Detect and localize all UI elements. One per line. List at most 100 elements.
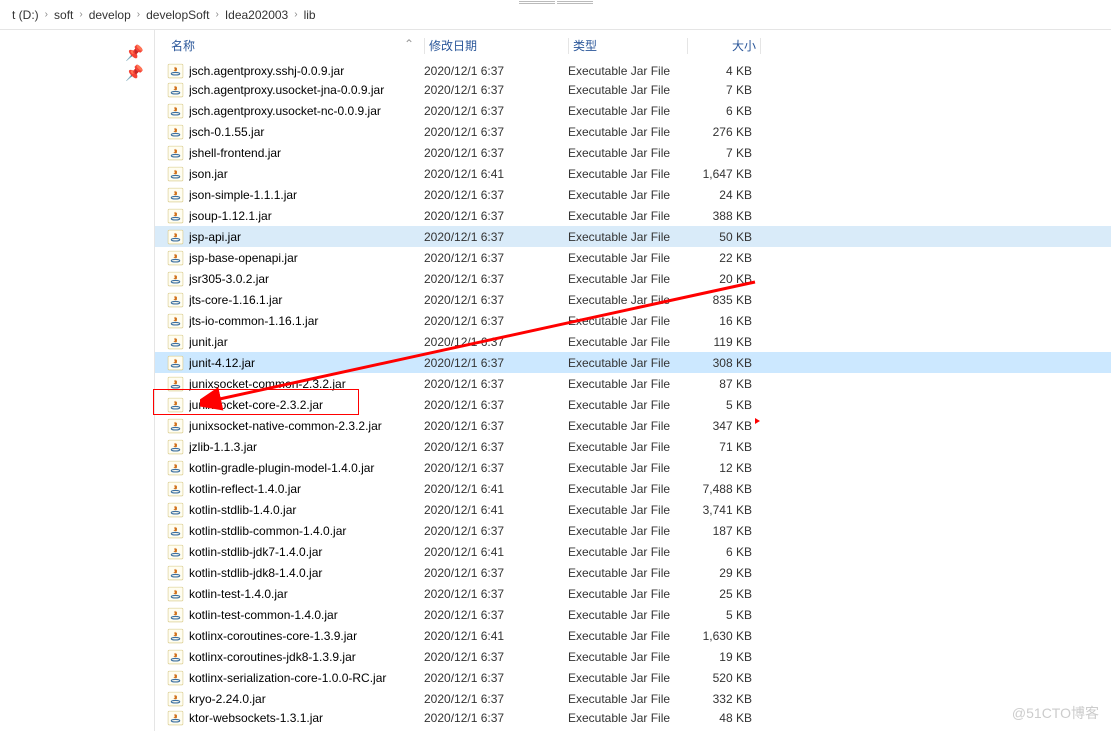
column-headers[interactable]: 名称 ⌃ 修改日期 类型 大小: [155, 30, 1111, 62]
file-type: Executable Jar File: [568, 482, 688, 496]
table-row[interactable]: kotlin-stdlib-jdk7-1.4.0.jar2020/12/1 6:…: [155, 541, 1111, 562]
table-row[interactable]: junixsocket-native-common-2.3.2.jar2020/…: [155, 415, 1111, 436]
file-date: 2020/12/1 6:37: [424, 419, 568, 433]
file-type: Executable Jar File: [568, 566, 688, 580]
file-type: Executable Jar File: [568, 419, 688, 433]
table-row[interactable]: kotlin-stdlib-common-1.4.0.jar2020/12/1 …: [155, 520, 1111, 541]
table-row[interactable]: jsch.agentproxy.sshj-0.0.9.jar2020/12/1 …: [155, 62, 1111, 79]
header-date[interactable]: 修改日期: [425, 37, 568, 54]
file-name: kotlin-test-common-1.4.0.jar: [189, 608, 424, 622]
jar-file-icon: [167, 501, 184, 518]
table-row[interactable]: kotlin-test-1.4.0.jar2020/12/1 6:37Execu…: [155, 583, 1111, 604]
file-size: 20 KB: [688, 272, 758, 286]
table-row[interactable]: kotlinx-serialization-core-1.0.0-RC.jar2…: [155, 667, 1111, 688]
header-name[interactable]: 名称 ⌃: [167, 37, 424, 54]
table-row[interactable]: jsoup-1.12.1.jar2020/12/1 6:37Executable…: [155, 205, 1111, 226]
header-size[interactable]: 大小: [688, 37, 760, 54]
file-size: 1,630 KB: [688, 629, 758, 643]
header-type[interactable]: 类型: [569, 37, 687, 54]
main-area: 📌 📌 名称 ⌃ 修改日期 类型 大小 jsch.agentproxy.sshj…: [0, 30, 1111, 731]
file-date: 2020/12/1 6:37: [424, 314, 568, 328]
table-row[interactable]: json.jar2020/12/1 6:41Executable Jar Fil…: [155, 163, 1111, 184]
chevron-right-icon: ›: [215, 9, 218, 20]
file-name: junixsocket-common-2.3.2.jar: [189, 377, 424, 391]
table-row[interactable]: jts-core-1.16.1.jar2020/12/1 6:37Executa…: [155, 289, 1111, 310]
file-date: 2020/12/1 6:37: [424, 671, 568, 685]
table-row[interactable]: kotlin-test-common-1.4.0.jar2020/12/1 6:…: [155, 604, 1111, 625]
file-size: 332 KB: [688, 692, 758, 706]
table-row[interactable]: jsch-0.1.55.jar2020/12/1 6:37Executable …: [155, 121, 1111, 142]
file-date: 2020/12/1 6:37: [424, 125, 568, 139]
chevron-right-icon: ›: [45, 9, 48, 20]
table-row[interactable]: junixsocket-core-2.3.2.jar2020/12/1 6:37…: [155, 394, 1111, 415]
file-list[interactable]: jsch.agentproxy.sshj-0.0.9.jar 2020/12/1 …: [155, 62, 1111, 731]
file-name: kotlin-stdlib-common-1.4.0.jar: [189, 524, 424, 538]
table-row[interactable]: junixsocket-common-2.3.2.jar2020/12/1 6:…: [155, 373, 1111, 394]
file-size: 29 KB: [688, 566, 758, 580]
table-row[interactable]: kotlin-reflect-1.4.0.jar2020/12/1 6:41Ex…: [155, 478, 1111, 499]
file-type: Executable Jar File: [568, 293, 688, 307]
file-type: Executable Jar File: [568, 503, 688, 517]
file-name: kotlin-stdlib-jdk8-1.4.0.jar: [189, 566, 424, 580]
pin-icon[interactable]: 📌: [125, 44, 144, 62]
breadcrumb-item[interactable]: develop: [89, 8, 131, 22]
breadcrumb-item[interactable]: Idea202003: [225, 8, 288, 22]
breadcrumb-item[interactable]: developSoft: [146, 8, 209, 22]
table-row[interactable]: ktor-websockets-1.3.1.jar2020/12/1 6:37E…: [155, 709, 1111, 726]
table-row[interactable]: jsch.agentproxy.usocket-nc-0.0.9.jar2020…: [155, 100, 1111, 121]
table-row[interactable]: jsp-api.jar2020/12/1 6:37Executable Jar …: [155, 226, 1111, 247]
table-row[interactable]: junit-4.12.jar2020/12/1 6:37Executable J…: [155, 352, 1111, 373]
table-row[interactable]: kotlin-gradle-plugin-model-1.4.0.jar2020…: [155, 457, 1111, 478]
file-date: 2020/12/1 6:37: [424, 461, 568, 475]
file-type: Executable Jar File: [568, 230, 688, 244]
table-row[interactable]: jsr305-3.0.2.jar2020/12/1 6:37Executable…: [155, 268, 1111, 289]
breadcrumb-item[interactable]: lib: [304, 8, 316, 22]
file-date: 2020/12/1 6:37: [424, 377, 568, 391]
jar-file-icon: [167, 480, 184, 497]
nav-pane[interactable]: 📌 📌: [0, 30, 155, 731]
breadcrumb-item[interactable]: soft: [54, 8, 73, 22]
file-name: kotlin-test-1.4.0.jar: [189, 587, 424, 601]
jar-file-icon: [167, 81, 184, 98]
address-bar[interactable]: t (D:)›soft›develop›developSoft›Idea2020…: [0, 0, 1111, 30]
file-date: 2020/12/1 6:37: [424, 293, 568, 307]
table-row[interactable]: kotlinx-coroutines-jdk8-1.3.9.jar2020/12…: [155, 646, 1111, 667]
file-type: Executable Jar File: [568, 146, 688, 160]
table-row[interactable]: jshell-frontend.jar2020/12/1 6:37Executa…: [155, 142, 1111, 163]
file-type: Executable Jar File: [568, 524, 688, 538]
table-row[interactable]: jsch.agentproxy.usocket-jna-0.0.9.jar202…: [155, 79, 1111, 100]
table-row[interactable]: jts-io-common-1.16.1.jar2020/12/1 6:37Ex…: [155, 310, 1111, 331]
jar-file-icon: [167, 627, 184, 644]
table-row[interactable]: jzlib-1.1.3.jar2020/12/1 6:37Executable …: [155, 436, 1111, 457]
file-type: Executable Jar File: [568, 104, 688, 118]
file-name: jsch.agentproxy.sshj-0.0.9.jar: [189, 64, 424, 78]
table-row[interactable]: json-simple-1.1.1.jar2020/12/1 6:37Execu…: [155, 184, 1111, 205]
jar-file-icon: [167, 144, 184, 161]
table-row[interactable]: kotlin-stdlib-jdk8-1.4.0.jar2020/12/1 6:…: [155, 562, 1111, 583]
table-row[interactable]: kryo-2.24.0.jar2020/12/1 6:37Executable …: [155, 688, 1111, 709]
file-type: Executable Jar File: [568, 608, 688, 622]
file-size: 19 KB: [688, 650, 758, 664]
file-name: kotlinx-serialization-core-1.0.0-RC.jar: [189, 671, 424, 685]
file-type: Executable Jar File: [568, 314, 688, 328]
pin-icon[interactable]: 📌: [125, 64, 144, 82]
file-size: 6 KB: [688, 104, 758, 118]
file-type: Executable Jar File: [568, 64, 688, 78]
table-row[interactable]: jsp-base-openapi.jar2020/12/1 6:37Execut…: [155, 247, 1111, 268]
file-date: 2020/12/1 6:41: [424, 503, 568, 517]
jar-file-icon: [167, 249, 184, 266]
jar-file-icon: [167, 543, 184, 560]
jar-file-icon: [167, 354, 184, 371]
file-name: jsoup-1.12.1.jar: [189, 209, 424, 223]
jar-file-icon: [167, 102, 184, 119]
jar-file-icon: [167, 228, 184, 245]
file-date: 2020/12/1 6:37: [424, 711, 568, 725]
chevron-right-icon: ›: [137, 9, 140, 20]
table-row[interactable]: junit.jar2020/12/1 6:37Executable Jar Fi…: [155, 331, 1111, 352]
breadcrumb-item[interactable]: t (D:): [12, 8, 39, 22]
file-type: Executable Jar File: [568, 711, 688, 725]
file-type: Executable Jar File: [568, 356, 688, 370]
table-row[interactable]: kotlinx-coroutines-core-1.3.9.jar2020/12…: [155, 625, 1111, 646]
jar-file-icon: [167, 123, 184, 140]
table-row[interactable]: kotlin-stdlib-1.4.0.jar2020/12/1 6:41Exe…: [155, 499, 1111, 520]
